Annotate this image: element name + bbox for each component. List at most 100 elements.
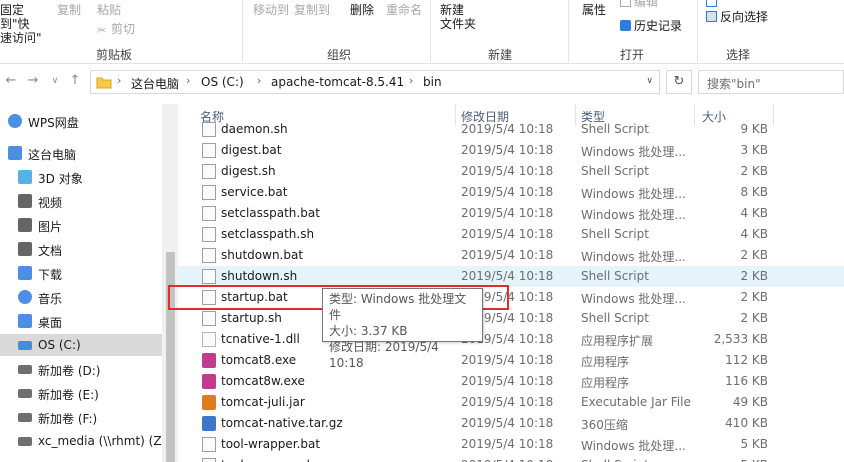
nav-item[interactable]: 新加卷 (E:): [0, 382, 162, 404]
cube-icon: [18, 170, 32, 184]
file-row[interactable]: tool-wrapper.sh 2019/5/4 10:18 Shell Scrip…: [178, 455, 844, 462]
file-row[interactable]: tomcat-juli.jar 2019/5/4 10:18 Executable …: [178, 392, 844, 413]
file-row[interactable]: daemon.sh 2019/5/4 10:18 Shell Script 9 KB: [178, 119, 844, 140]
file-date: 2019/5/4 10:18: [461, 185, 554, 199]
file-size: 2 KB: [740, 269, 768, 283]
breadcrumb-this-pc[interactable]: 这台电脑: [131, 75, 179, 92]
batch-file-icon: [202, 248, 216, 263]
file-row[interactable]: digest.sh 2019/5/4 10:18 Shell Script 2 KB: [178, 161, 844, 182]
batch-file-icon: [202, 437, 216, 452]
file-size: 9 KB: [740, 122, 768, 136]
file-name: tomcat8.exe: [221, 353, 297, 367]
file-row[interactable]: startup.sh 2019/5/4 10:18 Shell Script 2 KB: [178, 308, 844, 329]
nav-item[interactable]: WPS网盘: [0, 110, 162, 132]
file-tooltip: 类型: Windows 批处理文件 大小: 3.37 KB 修改日期: 2019…: [322, 288, 483, 370]
file-row[interactable]: service.bat 2019/5/4 10:18 Windows 批处理... 8…: [178, 182, 844, 203]
tomcat-exe-icon: [202, 353, 216, 368]
nav-item[interactable]: 视频: [0, 190, 162, 212]
nav-item[interactable]: 下载: [0, 262, 162, 284]
copy-to-button[interactable]: 复制到: [294, 3, 330, 17]
file-type: Shell Script: [581, 227, 649, 241]
history-label: 历史记录: [634, 19, 683, 33]
nav-item[interactable]: 桌面: [0, 310, 162, 332]
script-file-icon: [202, 227, 216, 242]
file-row[interactable]: digest.bat 2019/5/4 10:18 Windows 批处理... 3 …: [178, 140, 844, 161]
nav-item[interactable]: 文档: [0, 238, 162, 260]
nav-item[interactable]: xc_media (\\rhmt) (Z:): [0, 430, 170, 452]
refresh-button[interactable]: ↻: [666, 70, 692, 94]
file-size: 5 KB: [740, 437, 768, 451]
file-date: 2019/5/4 10:18: [461, 416, 554, 430]
refresh-icon: ↻: [673, 74, 685, 89]
nav-item-label: 图片: [38, 220, 63, 234]
file-size: 2 KB: [740, 311, 768, 325]
file-name: tomcat8w.exe: [221, 374, 305, 388]
forward-arrow-icon[interactable]: →: [26, 74, 40, 88]
nav-scrollbar-thumb[interactable]: [166, 252, 175, 462]
history-button[interactable]: 历史记录: [620, 19, 682, 33]
address-bar[interactable]: › 这台电脑 › OS (C:) › apache-tomcat-8.5.41 …: [90, 70, 660, 94]
file-row[interactable]: tomcat8.exe 2019/5/4 10:18 应用程序 112 KB: [178, 350, 844, 371]
breadcrumb-separator: ›: [257, 74, 262, 87]
tooltip-date: 修改日期: 2019/5/4 10:18: [329, 340, 439, 370]
script-file-icon: [202, 164, 216, 179]
file-row[interactable]: shutdown.bat 2019/5/4 10:18 Windows 批处理...…: [178, 245, 844, 266]
copy-button[interactable]: 复制: [57, 3, 81, 17]
file-row[interactable]: setclasspath.bat 2019/5/4 10:18 Windows 批处…: [178, 203, 844, 224]
history-icon: [620, 20, 631, 31]
address-dropdown-icon[interactable]: ∨: [646, 76, 653, 86]
delete-button[interactable]: 删除: [350, 3, 374, 17]
computer-icon: [8, 146, 22, 160]
breadcrumb-tomcat[interactable]: apache-tomcat-8.5.41: [271, 75, 404, 89]
file-size: 49 KB: [732, 395, 768, 409]
nav-item-label: 视频: [38, 196, 63, 210]
file-date: 2019/5/4 10:18: [461, 395, 554, 409]
edit-label: 编辑: [634, 0, 659, 9]
ribbon-divider: [242, 0, 243, 62]
new-folder-button[interactable]: 新建 文件夹: [440, 3, 476, 31]
nav-item-label: 下载: [38, 268, 63, 282]
nav-item[interactable]: 新加卷 (D:): [0, 358, 162, 380]
edit-button[interactable]: 编辑: [620, 0, 658, 9]
nav-item[interactable]: 新加卷 (F:): [0, 406, 162, 428]
file-row[interactable]: setclasspath.sh 2019/5/4 10:18 Shell Scrip…: [178, 224, 844, 245]
nav-item[interactable]: 这台电脑: [0, 142, 162, 164]
breadcrumb-os-c[interactable]: OS (C:): [201, 75, 244, 89]
search-input[interactable]: 搜索"bin": [698, 70, 844, 94]
back-arrow-icon[interactable]: ←: [4, 74, 18, 88]
nav-item-label: xc_media (\\rhmt) (Z:): [38, 434, 171, 448]
file-type: Shell Script: [581, 164, 649, 178]
up-arrow-icon[interactable]: ↑: [68, 74, 82, 88]
rename-button[interactable]: 重命名: [386, 3, 422, 17]
jar-file-icon: [202, 395, 216, 410]
file-type: 360压缩: [581, 418, 628, 432]
move-to-button[interactable]: 移动到: [253, 3, 289, 17]
file-name: tool-wrapper.bat: [221, 437, 321, 451]
pin-quick-access-button[interactable]: 固定到"快 速访问": [0, 3, 50, 45]
nav-item[interactable]: 图片: [0, 214, 162, 236]
cut-button[interactable]: ✂ 剪切: [97, 22, 135, 37]
file-type: 应用程序: [581, 355, 630, 369]
file-type: Windows 批处理...: [581, 145, 686, 159]
file-name: digest.sh: [221, 164, 276, 178]
ribbon-divider: [430, 0, 431, 62]
recent-dropdown-icon[interactable]: ∨: [48, 74, 62, 88]
nav-item[interactable]: OS (C:): [0, 334, 162, 356]
file-size: 112 KB: [725, 353, 768, 367]
nav-item[interactable]: 3D 对象: [0, 166, 162, 188]
breadcrumb-bin[interactable]: bin: [423, 75, 442, 89]
invert-selection-button[interactable]: 反向选择: [706, 10, 768, 24]
file-row[interactable]: tcnative-1.dll 2019/5/4 10:18 应用程序扩展 2,533 …: [178, 329, 844, 350]
file-row[interactable]: shutdown.sh 2019/5/4 10:18 Shell Script 2 K…: [178, 266, 844, 287]
edit-icon: [620, 0, 631, 7]
properties-button[interactable]: 属性: [582, 3, 606, 17]
file-row[interactable]: tomcat8w.exe 2019/5/4 10:18 应用程序 116 KB: [178, 371, 844, 392]
paste-button[interactable]: 粘贴: [97, 3, 121, 17]
select-none-button[interactable]: [706, 0, 720, 9]
file-size: 3 KB: [740, 143, 768, 157]
file-row[interactable]: tool-wrapper.bat 2019/5/4 10:18 Windows 批处…: [178, 434, 844, 455]
nav-item[interactable]: 音乐: [0, 286, 162, 308]
file-row[interactable]: tomcat-native.tar.gz 2019/5/4 10:18 360压缩 4…: [178, 413, 844, 434]
file-date: 2019/5/4 10:18: [461, 227, 554, 241]
script-file-icon: [202, 122, 216, 137]
